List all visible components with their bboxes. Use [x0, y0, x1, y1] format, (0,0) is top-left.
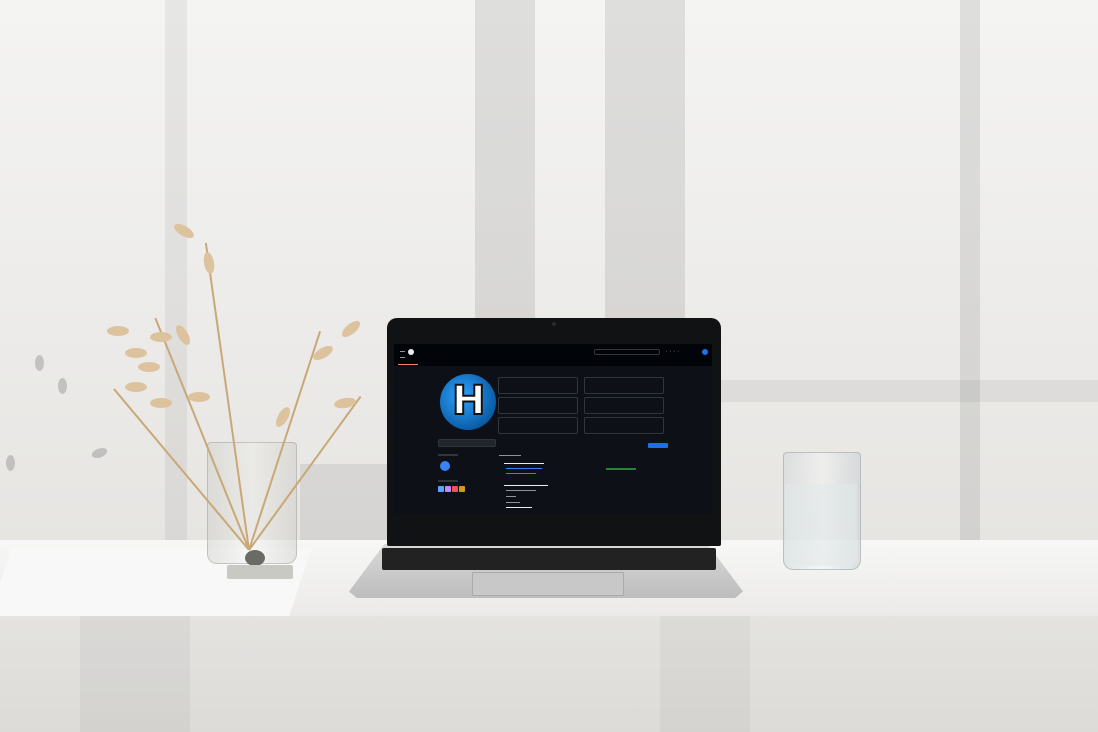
bunny-tail	[125, 348, 147, 358]
organization-icon[interactable]	[445, 486, 451, 492]
bunny-tail	[125, 382, 147, 392]
year-selector-button[interactable]	[648, 443, 668, 448]
desk-shadow	[660, 616, 750, 732]
organization-icon[interactable]	[438, 486, 444, 492]
activity-line	[504, 485, 548, 486]
binder-clip-ring	[245, 550, 265, 566]
plant-shadow	[35, 355, 44, 371]
profile-tabs	[398, 359, 423, 362]
binder-clip	[227, 565, 293, 579]
bunny-tail	[150, 332, 172, 342]
window-shadow-5	[720, 380, 1098, 402]
bunny-tail	[107, 326, 129, 336]
bunny-tail	[150, 398, 172, 408]
activity-line	[506, 507, 532, 508]
bunny-tail	[138, 362, 160, 372]
organization-icon[interactable]	[459, 486, 465, 492]
plant-shadow	[58, 378, 67, 394]
search-input[interactable]	[594, 349, 660, 355]
activity-line	[506, 502, 520, 503]
activity-line	[499, 455, 521, 456]
profile-avatar: H	[440, 374, 496, 430]
water	[785, 484, 857, 566]
laptop-camera	[552, 322, 556, 326]
plant-shadow	[6, 455, 15, 471]
hamburger-icon[interactable]	[400, 351, 405, 358]
window-shadow-6	[300, 464, 390, 544]
pinned-repo-card[interactable]	[498, 377, 578, 394]
pinned-repo-card[interactable]	[584, 377, 664, 394]
github-logo-icon[interactable]	[408, 349, 414, 355]
photo-scene: • • • • H	[0, 0, 1098, 732]
avatar-logo-letter: H	[451, 377, 487, 425]
achievements-heading	[438, 454, 458, 456]
activity-line	[506, 468, 542, 469]
activity-line	[506, 473, 536, 474]
activity-line	[506, 496, 516, 497]
organizations-heading	[438, 480, 458, 482]
laptop-screen: • • • • H	[394, 344, 712, 514]
pinned-repo-card[interactable]	[584, 397, 664, 414]
organization-icon[interactable]	[452, 486, 458, 492]
follow-button[interactable]	[438, 439, 496, 447]
pinned-repo-card[interactable]	[498, 397, 578, 414]
header-actions[interactable]: • • • •	[666, 349, 680, 353]
laptop-trackpad	[472, 572, 624, 596]
user-avatar-icon[interactable]	[702, 349, 708, 355]
window-shadow-1	[475, 0, 535, 320]
laptop-keyboard	[382, 548, 716, 570]
window-shadow-2	[605, 0, 685, 320]
github-header: • • • •	[394, 344, 712, 366]
activity-progress-bar	[606, 468, 636, 470]
activity-line	[506, 490, 536, 491]
desk-shadow	[80, 616, 190, 732]
active-tab-indicator	[398, 364, 418, 365]
pinned-repo-card[interactable]	[498, 417, 578, 434]
bunny-tail	[188, 392, 210, 402]
window-shadow-3	[960, 0, 980, 545]
pinned-repo-card[interactable]	[584, 417, 664, 434]
activity-line	[504, 463, 544, 464]
achievement-badge-icon[interactable]	[440, 461, 450, 471]
